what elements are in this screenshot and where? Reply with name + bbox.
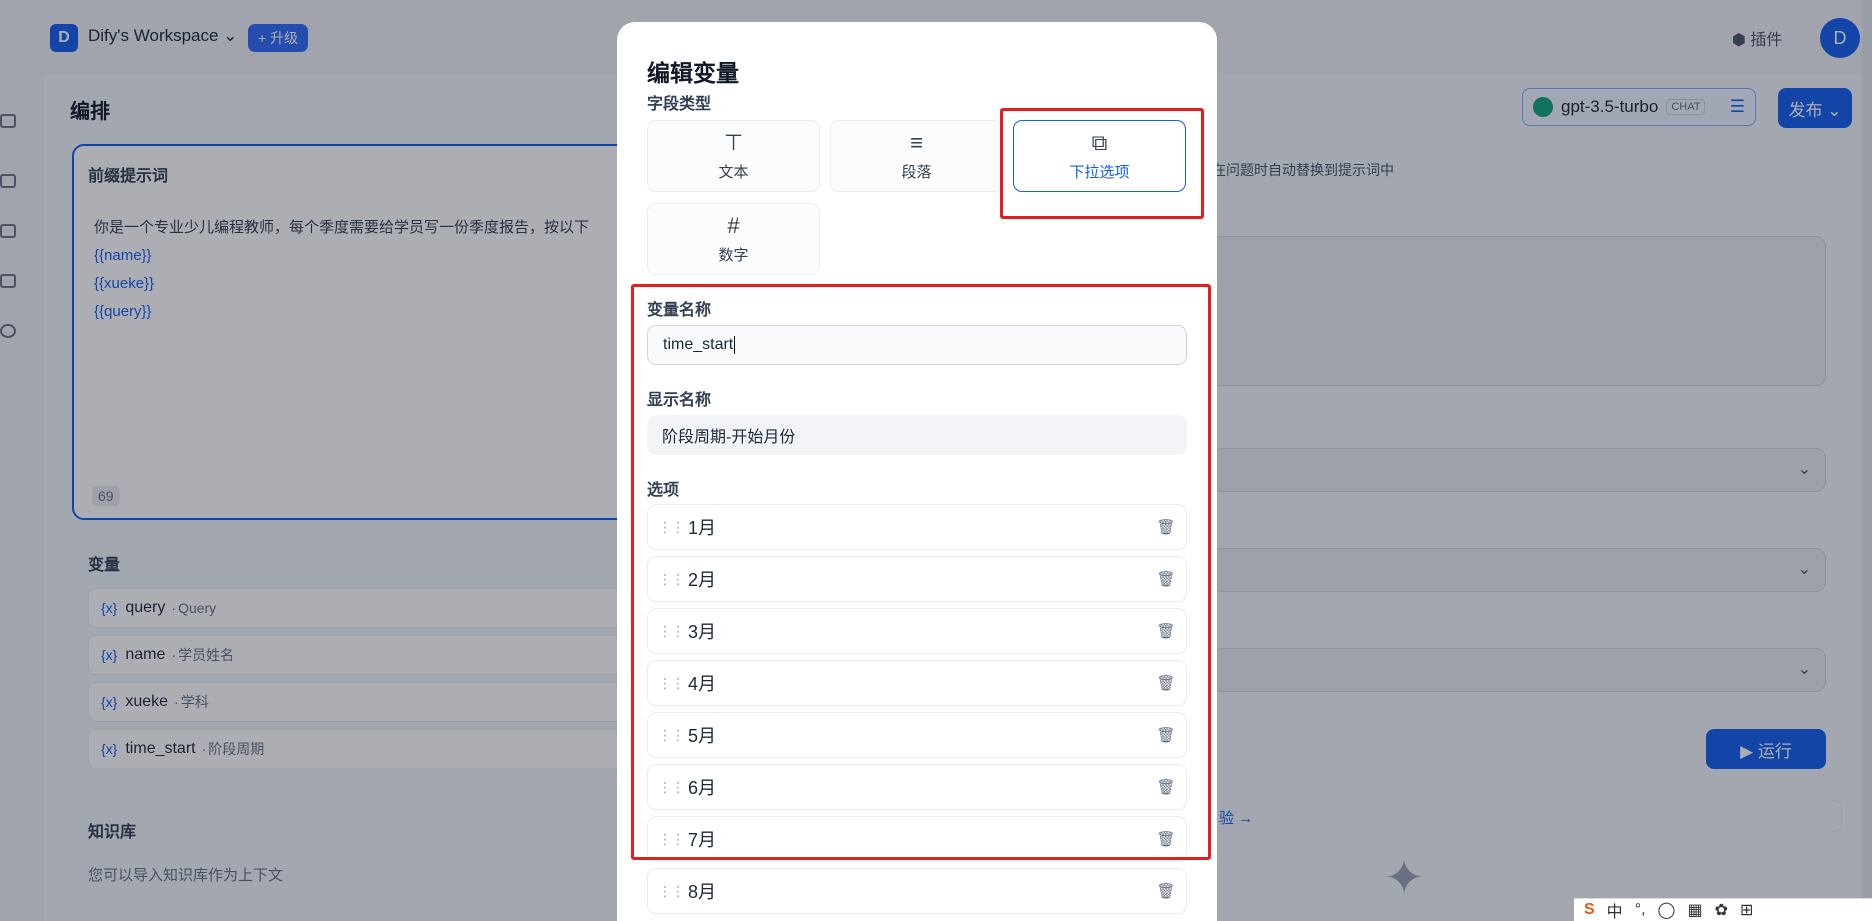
field-type-label: 字段类型 — [647, 96, 712, 113]
option-value[interactable]: 8月 — [688, 878, 1146, 904]
trash-icon[interactable]: 🗑 — [1146, 882, 1186, 900]
punctuation-icon[interactable]: °, — [1635, 901, 1646, 919]
paragraph-icon: ≡ — [910, 129, 923, 155]
sogou-icon[interactable]: S — [1584, 901, 1595, 919]
type-paragraph[interactable]: ≡ 段落 — [830, 120, 1003, 192]
type-number[interactable]: # 数字 — [647, 203, 820, 275]
number-icon: # — [727, 212, 740, 238]
ime-toolbar[interactable]: S 中 °, ◯ ▦ ✿ ⊞ — [1574, 898, 1872, 921]
option-row[interactable]: ⋮⋮ 8月 🗑 — [647, 868, 1187, 914]
type-label: 数字 — [718, 246, 749, 264]
mic-icon[interactable]: ◯ — [1658, 900, 1676, 920]
type-label: 文本 — [718, 163, 749, 181]
keyboard-icon[interactable]: ▦ — [1687, 900, 1702, 920]
grid-icon[interactable]: ⊞ — [1740, 900, 1753, 920]
highlight-box-type — [1000, 108, 1204, 219]
skin-icon[interactable]: ✿ — [1715, 900, 1728, 920]
drag-handle-icon[interactable]: ⋮⋮ — [654, 883, 688, 900]
highlight-box-fields — [631, 284, 1211, 860]
type-label: 段落 — [901, 163, 932, 181]
text-icon: ⊤ — [723, 129, 744, 155]
modal-title: 编辑变量 — [647, 60, 739, 86]
chinese-mode-icon[interactable]: 中 — [1607, 898, 1623, 921]
type-text[interactable]: ⊤ 文本 — [647, 120, 820, 192]
